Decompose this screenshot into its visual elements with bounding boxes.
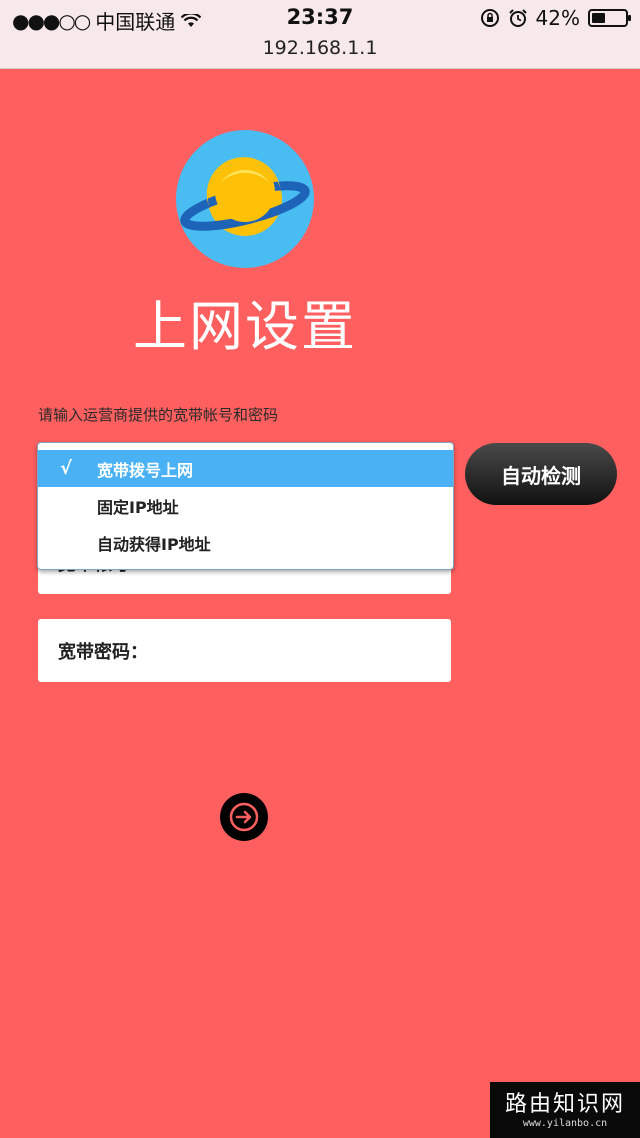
dropdown-option-label: 固定IP地址 bbox=[97, 497, 179, 517]
battery-level bbox=[592, 13, 605, 23]
instruction-text: 请输入运营商提供的宽带帐号和密码 bbox=[38, 406, 279, 424]
alarm-icon bbox=[508, 9, 527, 27]
arrow-right-icon bbox=[229, 802, 259, 832]
check-icon: √ bbox=[60, 458, 73, 479]
watermark: 路由知识网 www.yilanbo.cn bbox=[490, 1082, 640, 1138]
password-field[interactable]: 宽带密码： bbox=[38, 619, 451, 682]
dropdown-option-dhcp[interactable]: 自动获得IP地址 bbox=[38, 524, 453, 561]
connection-type-dropdown[interactable]: √ 宽带拨号上网 固定IP地址 自动获得IP地址 bbox=[37, 442, 454, 570]
rotation-lock-icon bbox=[480, 9, 499, 27]
dropdown-option-label: 宽带拨号上网 bbox=[97, 460, 194, 480]
page-title: 上网设置 bbox=[133, 295, 357, 358]
dropdown-option-static-ip[interactable]: 固定IP地址 bbox=[38, 487, 453, 524]
planet-logo-icon bbox=[176, 130, 314, 268]
watermark-title: 路由知识网 bbox=[504, 1092, 625, 1117]
auto-detect-button[interactable]: 自动检测 bbox=[465, 443, 617, 505]
address-bar-url[interactable]: 192.168.1.1 bbox=[0, 37, 640, 59]
dropdown-option-label: 自动获得IP地址 bbox=[97, 534, 211, 554]
password-label: 宽带密码： bbox=[58, 641, 148, 663]
next-button[interactable] bbox=[220, 793, 268, 841]
battery-icon bbox=[588, 9, 631, 27]
status-bar: ●●●○○ 中国联通 23:37 42% 192.168.1.1 bbox=[0, 0, 640, 69]
status-right: 42% bbox=[480, 6, 631, 30]
battery-percent: 42% bbox=[535, 6, 580, 30]
watermark-url: www.yilanbo.cn bbox=[522, 1118, 608, 1129]
dropdown-option-pppoe[interactable]: √ 宽带拨号上网 bbox=[38, 450, 453, 487]
